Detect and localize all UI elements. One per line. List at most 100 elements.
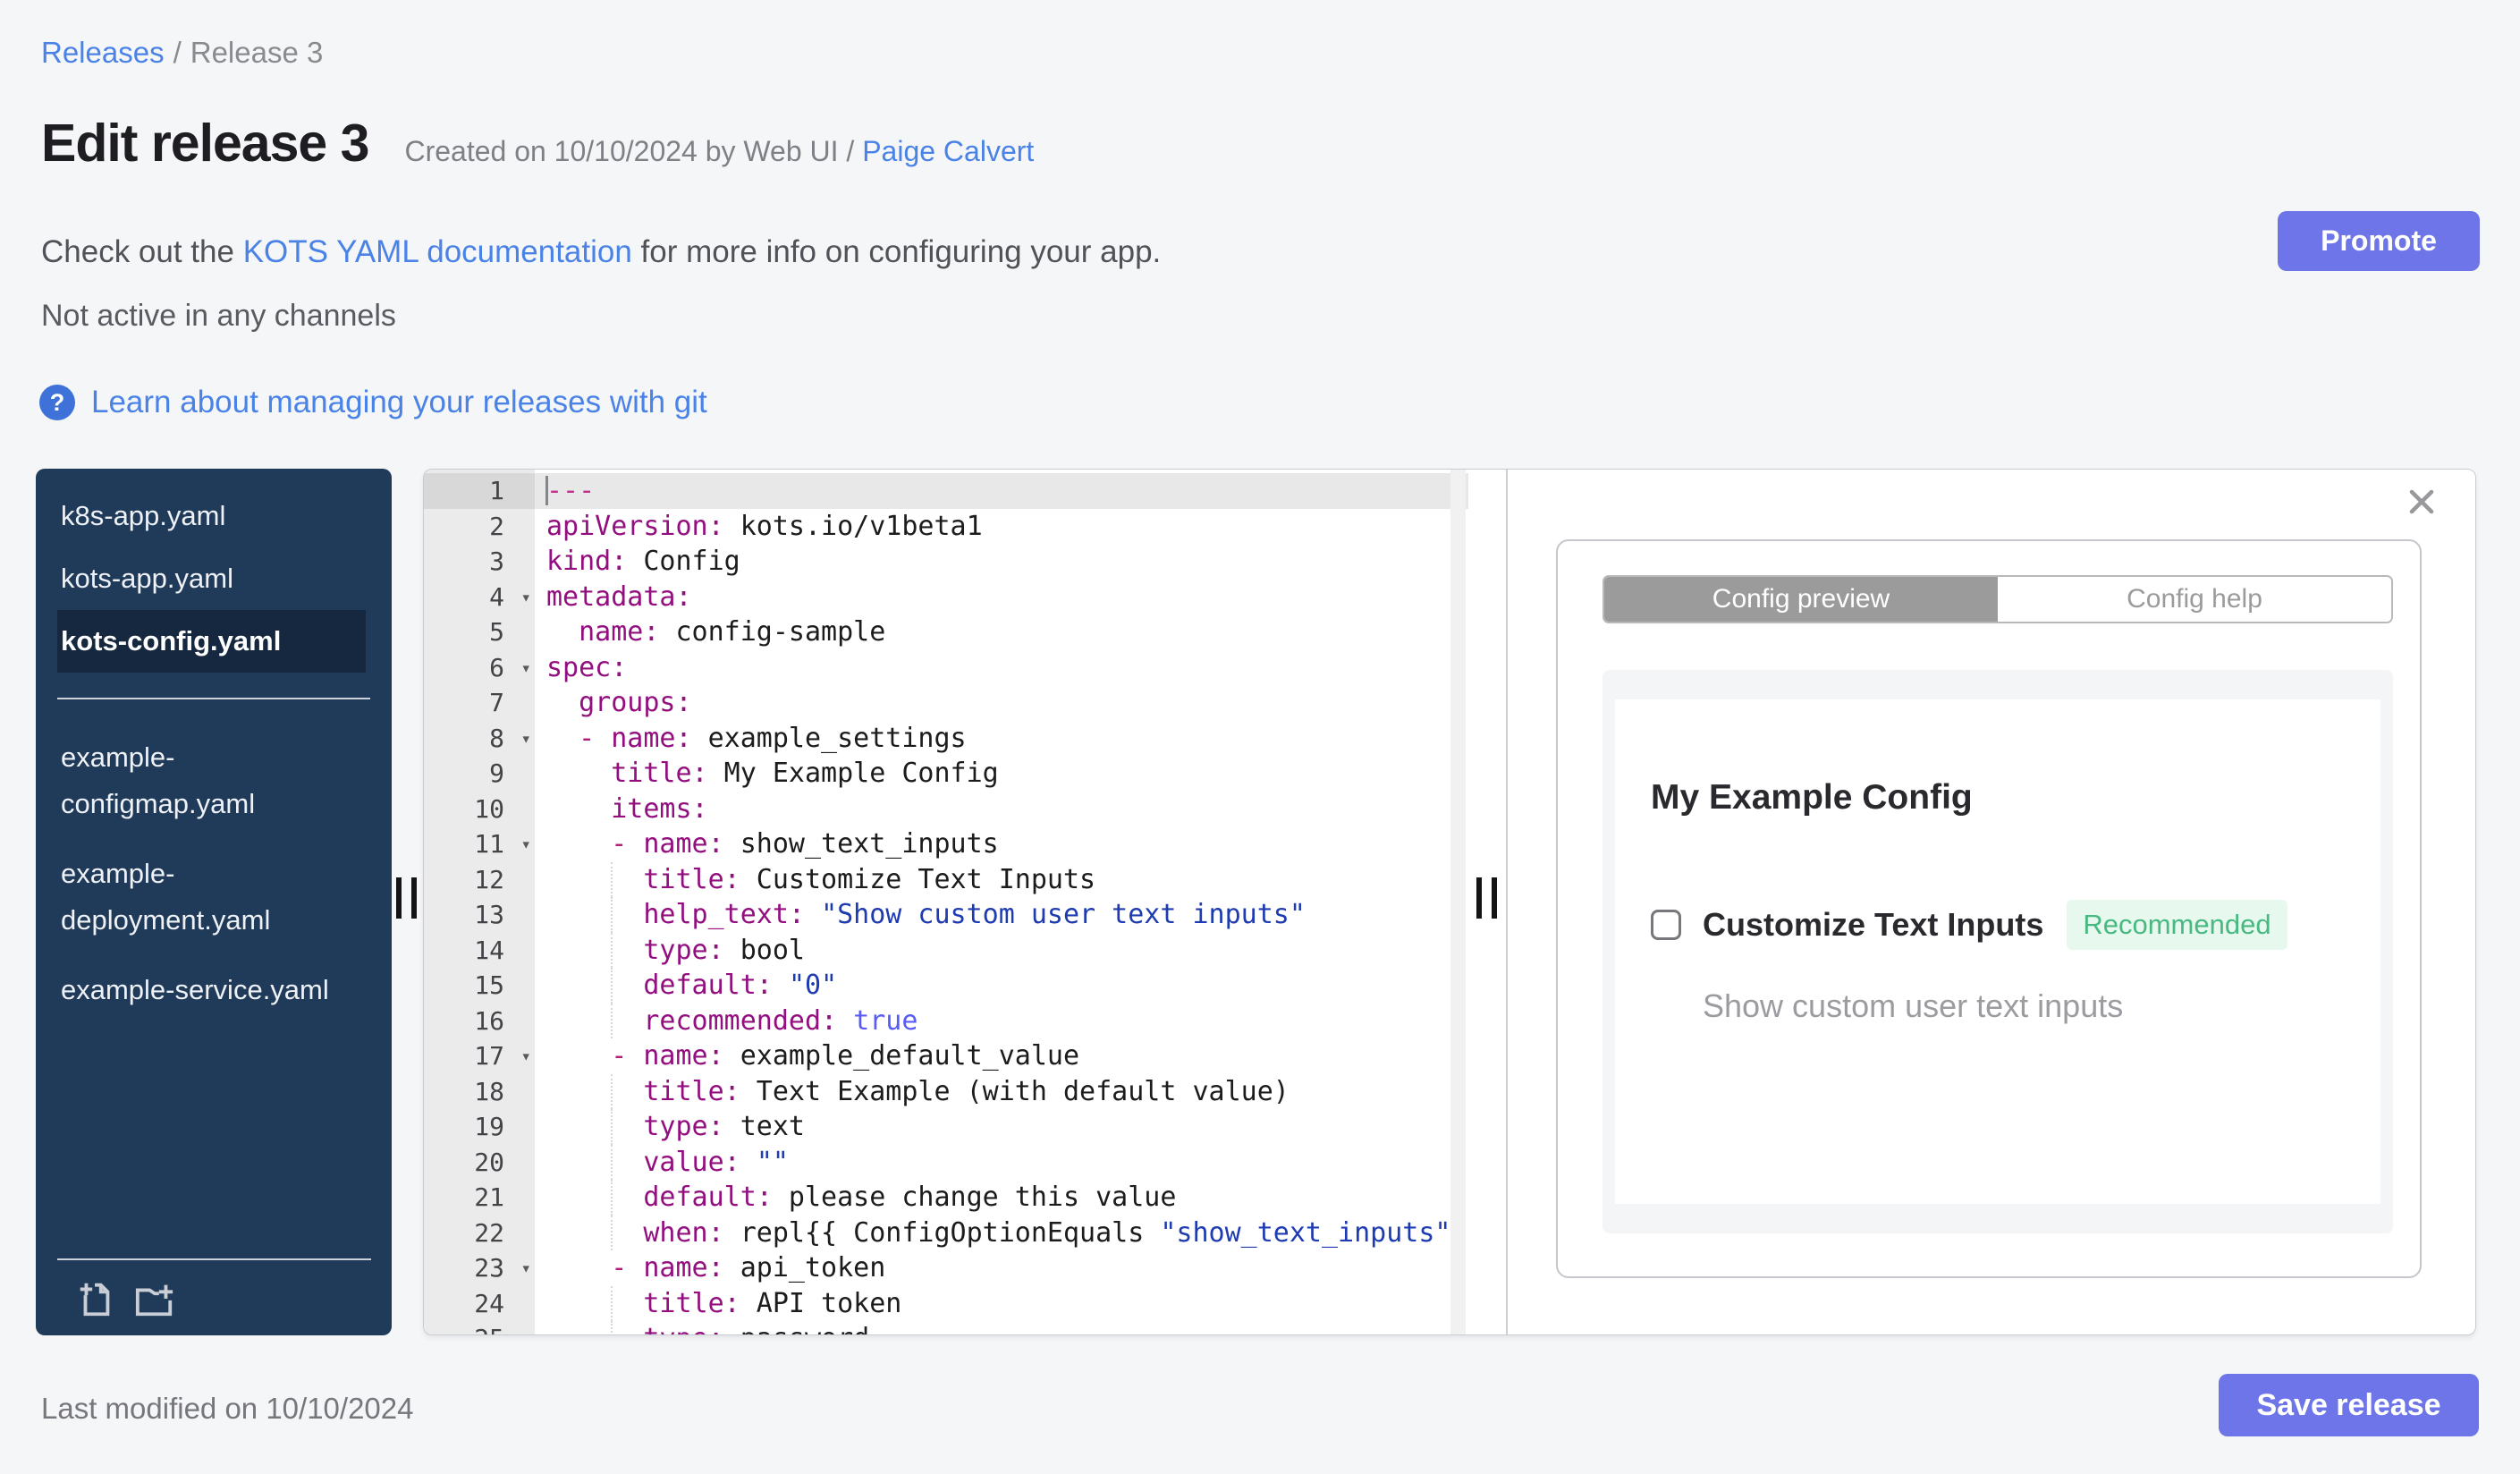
git-help-row: ? Learn about managing your releases wit… xyxy=(39,385,707,420)
line-number: 12 xyxy=(474,864,504,894)
code-line-21[interactable]: 21 default: please change this value xyxy=(424,1180,1468,1216)
indent-guide xyxy=(611,1073,613,1109)
line-number: 19 xyxy=(474,1112,504,1141)
code-line-22[interactable]: 22 when: repl{{ ConfigOptionEquals "show… xyxy=(424,1215,1468,1250)
breadcrumb-releases-link[interactable]: Releases xyxy=(41,36,165,69)
author-link[interactable]: Paige Calvert xyxy=(862,135,1034,167)
preview-body: My Example Config Customize Text Inputs … xyxy=(1602,670,2393,1233)
config-group-title: My Example Config xyxy=(1651,778,1973,817)
sidebar-bottom xyxy=(57,1258,371,1321)
file-item-example-deployment.yaml[interactable]: example-deployment.yaml xyxy=(57,839,366,955)
line-number: 11 ▾ xyxy=(424,826,535,862)
editor-container: 1 --- 2 apiVersion: kots.io/v1beta1 3 kind: C… xyxy=(423,469,2476,1335)
code-line-20[interactable]: 20 value: "" xyxy=(424,1144,1468,1180)
editor-resize-handle[interactable] xyxy=(1476,877,1497,919)
code-line-16[interactable]: 16 recommended: true xyxy=(424,1003,1468,1038)
file-item-kots-config.yaml[interactable]: kots-config.yaml xyxy=(57,610,366,673)
line-number: 20 xyxy=(474,1147,504,1177)
breadcrumb: Releases / Release 3 xyxy=(41,36,323,70)
close-icon[interactable] xyxy=(2406,486,2438,522)
code-line-4[interactable]: 4 ▾ metadata: xyxy=(424,580,1468,615)
code-line-14[interactable]: 14 type: bool xyxy=(424,932,1468,968)
kots-yaml-docs-link[interactable]: KOTS YAML documentation xyxy=(243,234,632,269)
code-line-18[interactable]: 18 title: Text Example (with default val… xyxy=(424,1073,1468,1109)
fold-arrow-icon[interactable]: ▾ xyxy=(521,722,531,758)
indent-guide xyxy=(611,1109,613,1145)
question-mark-icon[interactable]: ? xyxy=(39,385,75,420)
file-item-k8s-app.yaml[interactable]: k8s-app.yaml xyxy=(57,485,366,547)
code-line-7[interactable]: 7 groups: xyxy=(424,685,1468,721)
save-release-button[interactable]: Save release xyxy=(2219,1374,2479,1436)
code-line-10[interactable]: 10 items: xyxy=(424,792,1468,827)
line-number: 10 xyxy=(474,793,504,824)
indent-guide xyxy=(611,1321,613,1334)
line-number: 25 xyxy=(424,1321,535,1334)
file-item-example-configmap.yaml[interactable]: example-configmap.yaml xyxy=(57,723,366,839)
line-number: 17 ▾ xyxy=(424,1038,535,1074)
title-row: Edit release 3 Created on 10/10/2024 by … xyxy=(41,113,1034,174)
line-number: 7 xyxy=(489,688,504,717)
sidebar-resize-handle[interactable] xyxy=(396,877,417,919)
config-preview-panel: Config preview Config help My Example Con… xyxy=(1508,470,2475,1334)
file-list: k8s-app.yaml kots-app.yaml kots-config.yam… xyxy=(36,469,392,1025)
code-line-2[interactable]: 2 apiVersion: kots.io/v1beta1 xyxy=(424,509,1468,545)
sidebar-bottom-divider xyxy=(57,1258,371,1260)
code-line-17[interactable]: 17 ▾ - name: example_default_value xyxy=(424,1038,1468,1074)
created-meta: Created on 10/10/2024 by Web UI / Paige … xyxy=(404,135,1034,168)
customize-text-inputs-checkbox[interactable] xyxy=(1651,910,1681,940)
channel-status: Not active in any channels xyxy=(41,299,396,333)
promote-button[interactable]: Promote xyxy=(2278,211,2480,271)
config-item-label: Customize Text Inputs xyxy=(1703,906,2044,943)
rendered-config: My Example Config Customize Text Inputs … xyxy=(1615,699,2380,1204)
code-line-6[interactable]: 6 ▾ spec: xyxy=(424,650,1468,686)
file-item-kots-app.yaml[interactable]: kots-app.yaml xyxy=(57,547,366,610)
indent-guide xyxy=(611,1144,613,1180)
code-line-25[interactable]: 25 type: password xyxy=(424,1321,1468,1334)
indent-guide xyxy=(611,897,613,933)
file-item-example-service.yaml[interactable]: example-service.yaml xyxy=(57,955,366,1025)
line-number: 23 ▾ xyxy=(424,1250,535,1286)
yaml-editor[interactable]: 1 --- 2 apiVersion: kots.io/v1beta1 3 kind: C… xyxy=(424,473,1468,1334)
git-releases-link[interactable]: Learn about managing your releases with … xyxy=(91,385,707,420)
code-line-1[interactable]: 1 --- xyxy=(424,473,1468,509)
code-line-8[interactable]: 8 ▾ - name: example_settings xyxy=(424,721,1468,757)
tab-config-preview[interactable]: Config preview xyxy=(1604,577,1998,622)
code-line-19[interactable]: 19 type: text xyxy=(424,1109,1468,1145)
text-cursor xyxy=(545,476,548,505)
tab-config-help[interactable]: Config help xyxy=(1998,577,2391,622)
code-line-3[interactable]: 3 kind: Config xyxy=(424,544,1468,580)
line-number: 24 xyxy=(474,1288,504,1318)
sidebar-actions xyxy=(57,1275,371,1321)
indent-guide xyxy=(611,1180,613,1216)
line-number: 6 ▾ xyxy=(424,650,535,686)
fold-arrow-icon[interactable]: ▾ xyxy=(521,827,531,863)
line-number: 4 ▾ xyxy=(424,580,535,615)
code-line-23[interactable]: 23 ▾ - name: api_token xyxy=(424,1250,1468,1286)
code-line-24[interactable]: 24 title: API token xyxy=(424,1285,1468,1321)
indent-guide xyxy=(611,1003,613,1038)
line-number: 16 xyxy=(474,1005,504,1036)
code-line-9[interactable]: 9 title: My Example Config xyxy=(424,756,1468,792)
indent-guide xyxy=(611,1215,613,1250)
editor-scrollbar[interactable] xyxy=(1450,470,1466,1334)
code-line-13[interactable]: 13 help_text: "Show custom user text inp… xyxy=(424,897,1468,933)
preview-tabs: Config preview Config help xyxy=(1602,575,2393,623)
code-line-12[interactable]: 12 title: Customize Text Inputs xyxy=(424,861,1468,897)
config-item-row: Customize Text Inputs Recommended xyxy=(1651,900,2380,950)
new-folder-icon[interactable] xyxy=(132,1278,177,1319)
indent-guide xyxy=(611,932,613,968)
line-number: 13 xyxy=(474,900,504,929)
code-line-15[interactable]: 15 default: "0" xyxy=(424,968,1468,1004)
code-line-11[interactable]: 11 ▾ - name: show_text_inputs xyxy=(424,826,1468,862)
fold-arrow-icon[interactable]: ▾ xyxy=(521,1039,531,1075)
line-number: 21 xyxy=(474,1182,504,1212)
fold-arrow-icon[interactable]: ▾ xyxy=(521,651,531,687)
line-number: 2 xyxy=(489,511,504,541)
fold-arrow-icon[interactable]: ▾ xyxy=(521,1251,531,1287)
recommended-badge: Recommended xyxy=(2067,900,2287,950)
code-line-5[interactable]: 5 name: config-sample xyxy=(424,614,1468,650)
config-preview-card: Config preview Config help My Example Con… xyxy=(1556,539,2422,1278)
file-tree-sidebar: k8s-app.yaml kots-app.yaml kots-config.yam… xyxy=(36,469,392,1335)
fold-arrow-icon[interactable]: ▾ xyxy=(521,580,531,616)
new-file-icon[interactable] xyxy=(75,1278,116,1319)
